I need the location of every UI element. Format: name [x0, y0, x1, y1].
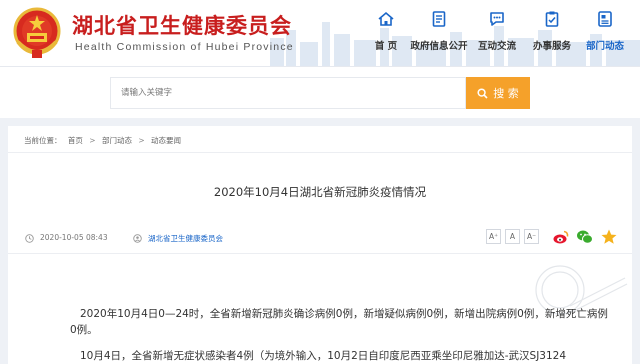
article-card: 当前位置： 首页 > 部门动态 > 动态要闻 2020年10月4日湖北省新冠肺炎… [8, 126, 632, 364]
nav-services[interactable]: 办事服务 [523, 10, 581, 58]
divider [8, 152, 632, 153]
news-icon [598, 11, 612, 27]
home-icon [378, 11, 394, 26]
article-paragraph: 2020年10月4日0—24时，全省新增新冠肺炎确诊病例0例，新增疑似病例0例，… [70, 308, 608, 336]
breadcrumb-news-highlights[interactable]: 动态要闻 [151, 135, 181, 146]
breadcrumb-home[interactable]: 首页 [68, 135, 83, 146]
nav-gov-info[interactable]: 政府信息公开 [410, 10, 468, 58]
font-size-increase-button[interactable]: A⁺ [486, 229, 501, 244]
source-icon [133, 234, 142, 243]
font-size-default-button[interactable]: A [505, 229, 520, 244]
national-emblem-logo [13, 7, 61, 58]
site-title: 湖北省卫生健康委员会 [72, 13, 292, 38]
nav-interaction[interactable]: 互动交流 [468, 10, 526, 58]
site-subtitle: Health Commission of Hubei Province [75, 41, 294, 53]
site-header: 湖北省卫生健康委员会 Health Commission of Hubei Pr… [0, 0, 640, 66]
nav-dept-news-label: 部门动态 [585, 41, 624, 52]
breadcrumb-separator: > [138, 136, 145, 145]
breadcrumb-separator: > [89, 136, 96, 145]
wechat-share-icon[interactable] [576, 228, 594, 246]
nav-dept-news[interactable]: 部门动态 [576, 10, 634, 58]
favorite-star-icon[interactable] [600, 228, 618, 246]
nav-interaction-label: 互动交流 [477, 41, 516, 52]
document-icon [432, 11, 446, 27]
search-input[interactable] [110, 77, 466, 109]
article-source[interactable]: 湖北省卫生健康委员会 [148, 233, 223, 244]
search-icon [477, 87, 488, 99]
publish-date: 2020-10-05 08:43 [40, 233, 108, 242]
nav-home-label: 首 页 [374, 41, 398, 52]
nav-services-label: 办事服务 [532, 41, 571, 52]
nav-home[interactable]: 首 页 [357, 10, 415, 58]
breadcrumb-prefix: 当前位置： [24, 136, 62, 145]
article-meta: 2020-10-05 08:43 湖北省卫生健康委员会 A⁺ A A⁻ [24, 228, 618, 251]
article-title: 2020年10月4日湖北省新冠肺炎疫情情况 [213, 185, 427, 199]
weibo-share-icon[interactable] [552, 228, 570, 246]
breadcrumb-dept-news[interactable]: 部门动态 [102, 135, 132, 146]
breadcrumb: 当前位置： 首页 > 部门动态 > 动态要闻 [24, 135, 181, 146]
search-button-label: 搜 索 [493, 87, 519, 100]
article-paragraph: 10月4日，全省新增无症状感染者4例（为境外输入，10月2日自印度尼西亚乘坐印尼… [80, 350, 567, 362]
clipboard-icon [545, 11, 559, 27]
divider [8, 253, 632, 254]
search-button[interactable]: 搜 索 [466, 77, 530, 109]
nav-gov-info-label: 政府信息公开 [410, 41, 468, 52]
font-size-decrease-button[interactable]: A⁻ [524, 229, 539, 244]
chat-icon [490, 12, 504, 26]
clock-icon [25, 234, 34, 243]
